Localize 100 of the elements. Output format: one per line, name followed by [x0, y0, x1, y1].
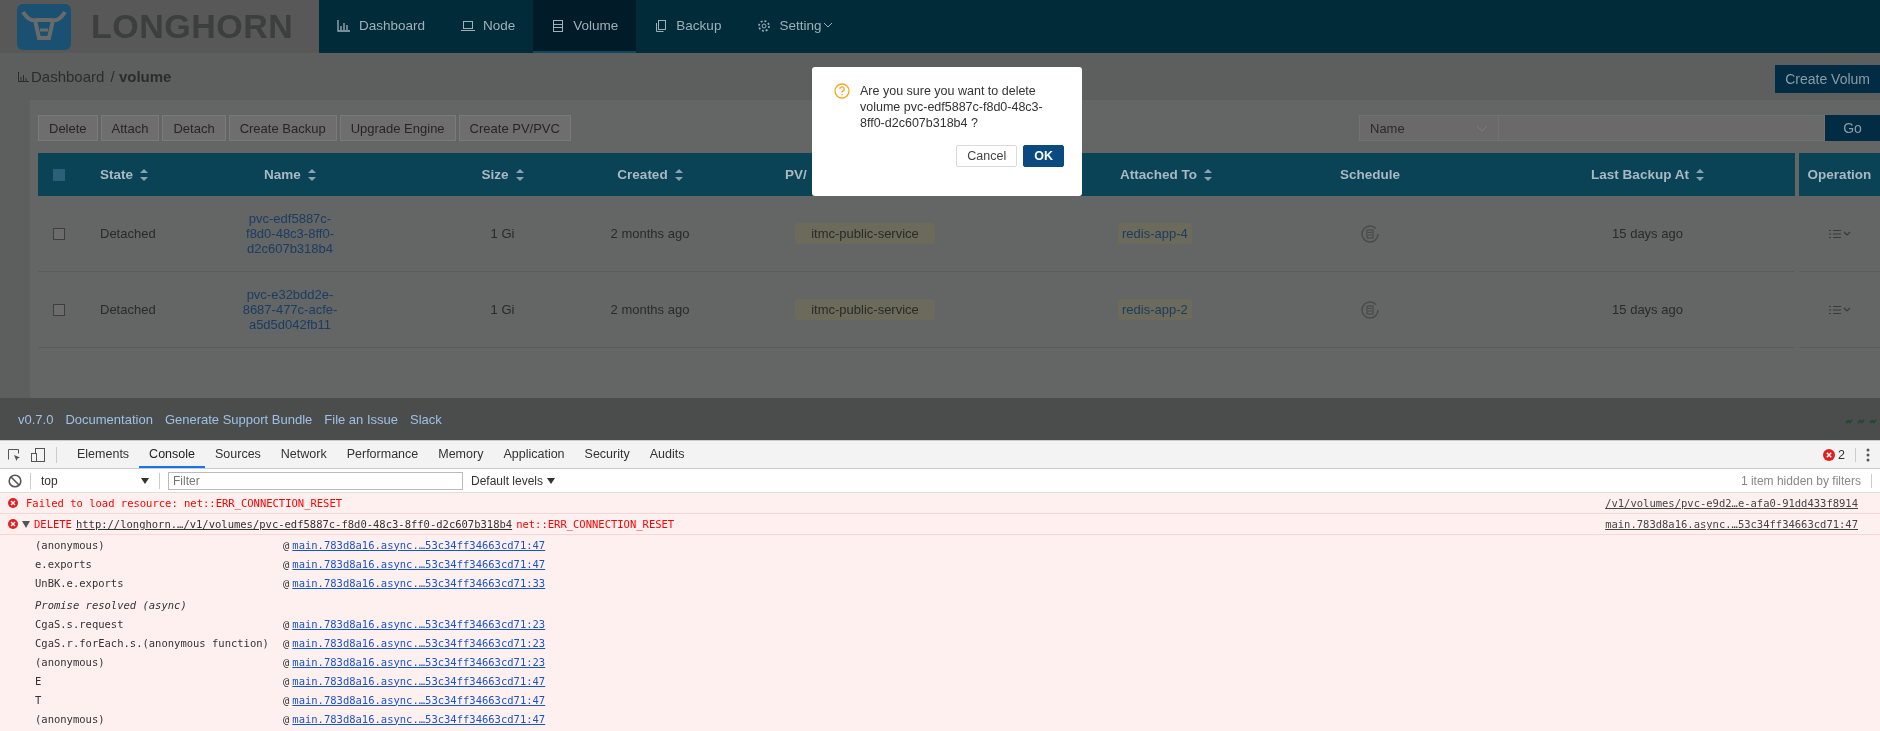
nav-tab[interactable]: Volume: [533, 0, 637, 53]
error-count[interactable]: 2: [1838, 447, 1845, 462]
stack-function: CgaS.r.forEach.s.(anonymous function): [35, 636, 270, 649]
devtools-tab[interactable]: Network: [270, 441, 337, 468]
row-checkbox[interactable]: [53, 227, 65, 240]
request-method: DELETE: [34, 518, 72, 530]
footer-link[interactable]: Generate Support Bundle: [164, 411, 313, 427]
stack-source-link[interactable]: main.783d8a16.async.…53c34ff34663cd71:47: [292, 693, 546, 706]
footer-link[interactable]: Slack: [410, 411, 442, 427]
more-menu-icon: [1866, 447, 1870, 462]
stack-source-link[interactable]: main.783d8a16.async.…53c34ff34663cd71:47: [292, 557, 546, 570]
devtools-tab[interactable]: Application: [493, 441, 575, 468]
footer-link[interactable]: File an Issue: [324, 411, 398, 427]
created-text: 2 months ago: [610, 302, 690, 317]
stack-source-link[interactable]: main.783d8a16.async.…53c34ff34663cd71:47: [292, 538, 546, 551]
last-backup-text: 15 days ago: [1612, 226, 1683, 241]
longhorn-logo-icon: [17, 3, 71, 50]
hidden-items-note: 1 item hidden by filters: [1740, 473, 1872, 488]
stack-source-link[interactable]: main.783d8a16.async.…53c34ff34663cd71:23: [292, 617, 546, 630]
nav-tab[interactable]: Setting: [739, 0, 852, 53]
question-icon: [834, 83, 850, 99]
row-checkbox[interactable]: [53, 303, 65, 316]
ok-button[interactable]: OK: [1023, 145, 1064, 167]
state-text: Detached: [100, 226, 156, 241]
column-header[interactable]: Attached To: [1120, 167, 1197, 182]
inspect-icon: [6, 446, 22, 463]
nav-tab[interactable]: Backup: [636, 0, 740, 53]
request-url-link[interactable]: http://longhorn.…/v1/volumes/pvc-edf5887c-f8d0-48c3-8ff0-d2c607b318b4: [75, 518, 513, 530]
created-text: 2 months ago: [610, 226, 690, 241]
gear-icon: [757, 18, 772, 33]
stack-source-link[interactable]: main.783d8a16.async.…53c34ff34663cd71:23: [292, 636, 546, 649]
search-field[interactable]: [1499, 115, 1825, 141]
at-sign: @: [283, 674, 290, 687]
nav-tab[interactable]: Node: [443, 0, 534, 53]
stack-source-link[interactable]: main.783d8a16.async.…53c34ff34663cd71:23: [292, 655, 546, 668]
stack-function: E: [35, 674, 43, 687]
source-link[interactable]: main.783d8a16.async.…53c34ff34663cd71:47: [1605, 518, 1858, 530]
stack-function: (anonymous): [35, 712, 106, 725]
devtools-tab[interactable]: Elements: [67, 441, 140, 468]
at-sign: @: [283, 557, 290, 570]
at-sign: @: [283, 617, 290, 630]
size-text: 1 Gi: [490, 226, 515, 241]
dropdown-triangle-icon: [141, 477, 149, 484]
column-header: PV/: [785, 167, 807, 182]
stack-function: UnBK.e.exports: [35, 576, 125, 589]
stack-function: (anonymous): [35, 538, 106, 551]
at-sign: @: [283, 576, 290, 589]
stack-source-link[interactable]: main.783d8a16.async.…53c34ff34663cd71:47: [292, 674, 546, 687]
async-separator: Promise resolved (async): [35, 598, 187, 611]
error-icon: [1823, 448, 1836, 461]
schedule-icon: [1360, 223, 1380, 244]
filter-field[interactable]: Filter: [168, 471, 463, 490]
schedule-icon: [1360, 299, 1380, 320]
at-sign: @: [283, 693, 290, 706]
create-volume-button[interactable]: Create Volum: [1775, 64, 1880, 93]
pvc-tag: itmc-public-service: [795, 223, 935, 244]
devtools-tab[interactable]: Performance: [336, 441, 429, 468]
column-header[interactable]: Size: [481, 167, 509, 182]
stack-function: (anonymous): [35, 655, 106, 668]
column-header: Operation: [1807, 167, 1872, 182]
select-all-checkbox[interactable]: [53, 168, 65, 181]
version-link[interactable]: v0.7.0: [18, 411, 54, 427]
menu-dropdown-icon: [1828, 304, 1851, 315]
stack-function: T: [35, 693, 43, 706]
footer-link[interactable]: Documentation: [65, 411, 153, 427]
levels-select[interactable]: Default levels: [471, 473, 556, 488]
dropdown-triangle-icon: [547, 477, 556, 484]
devtools-tab[interactable]: Audits: [639, 441, 695, 468]
stack-function: CgaS.s.request: [35, 617, 125, 630]
laptop-icon: [461, 18, 476, 33]
go-button[interactable]: Go: [1825, 115, 1880, 141]
column-header[interactable]: Created: [617, 167, 668, 182]
column-header[interactable]: State: [100, 167, 133, 182]
pvc-tag: itmc-public-service: [795, 299, 935, 320]
error-status: net::ERR_CONNECTION_RESET: [516, 518, 675, 530]
cancel-button[interactable]: Cancel: [956, 145, 1018, 167]
error-icon: [8, 519, 18, 529]
stack-function: e.exports: [35, 557, 93, 570]
chart-icon: [18, 71, 29, 82]
source-link[interactable]: /v1/volumes/pvc-e9d2…e-afa0-91dd433f8914: [1605, 497, 1858, 509]
column-header[interactable]: Last Backup At: [1591, 167, 1689, 182]
at-sign: @: [283, 538, 290, 551]
devtools-tab[interactable]: Sources: [205, 441, 271, 468]
device-toggle-icon: [30, 446, 46, 463]
at-sign: @: [283, 636, 290, 649]
devtools-tab[interactable]: Memory: [428, 441, 494, 468]
dialog-message: Are you sure you want to delete volume pvc-edf5887c-f8d0-48c3-8ff0-d2c607b318b4 ?: [860, 83, 1044, 131]
menu-dropdown-icon: [1828, 228, 1851, 239]
at-sign: @: [283, 655, 290, 668]
stack-source-link[interactable]: main.783d8a16.async.…53c34ff34663cd71:33: [292, 576, 546, 589]
size-text: 1 Gi: [490, 302, 515, 317]
column-header[interactable]: Name: [264, 167, 301, 182]
stack-source-link[interactable]: main.783d8a16.async.…53c34ff34663cd71:47: [292, 712, 546, 725]
context-select[interactable]: top: [31, 473, 159, 488]
column-header: Schedule: [1340, 167, 1400, 182]
devtools-tab[interactable]: Security: [574, 441, 640, 468]
error-message: Failed to load resource: net::ERR_CONNECTION_RESET: [26, 497, 343, 509]
chart-icon: [337, 18, 351, 33]
error-icon: [8, 498, 18, 508]
nav-tab[interactable]: Dashboard: [319, 0, 444, 53]
